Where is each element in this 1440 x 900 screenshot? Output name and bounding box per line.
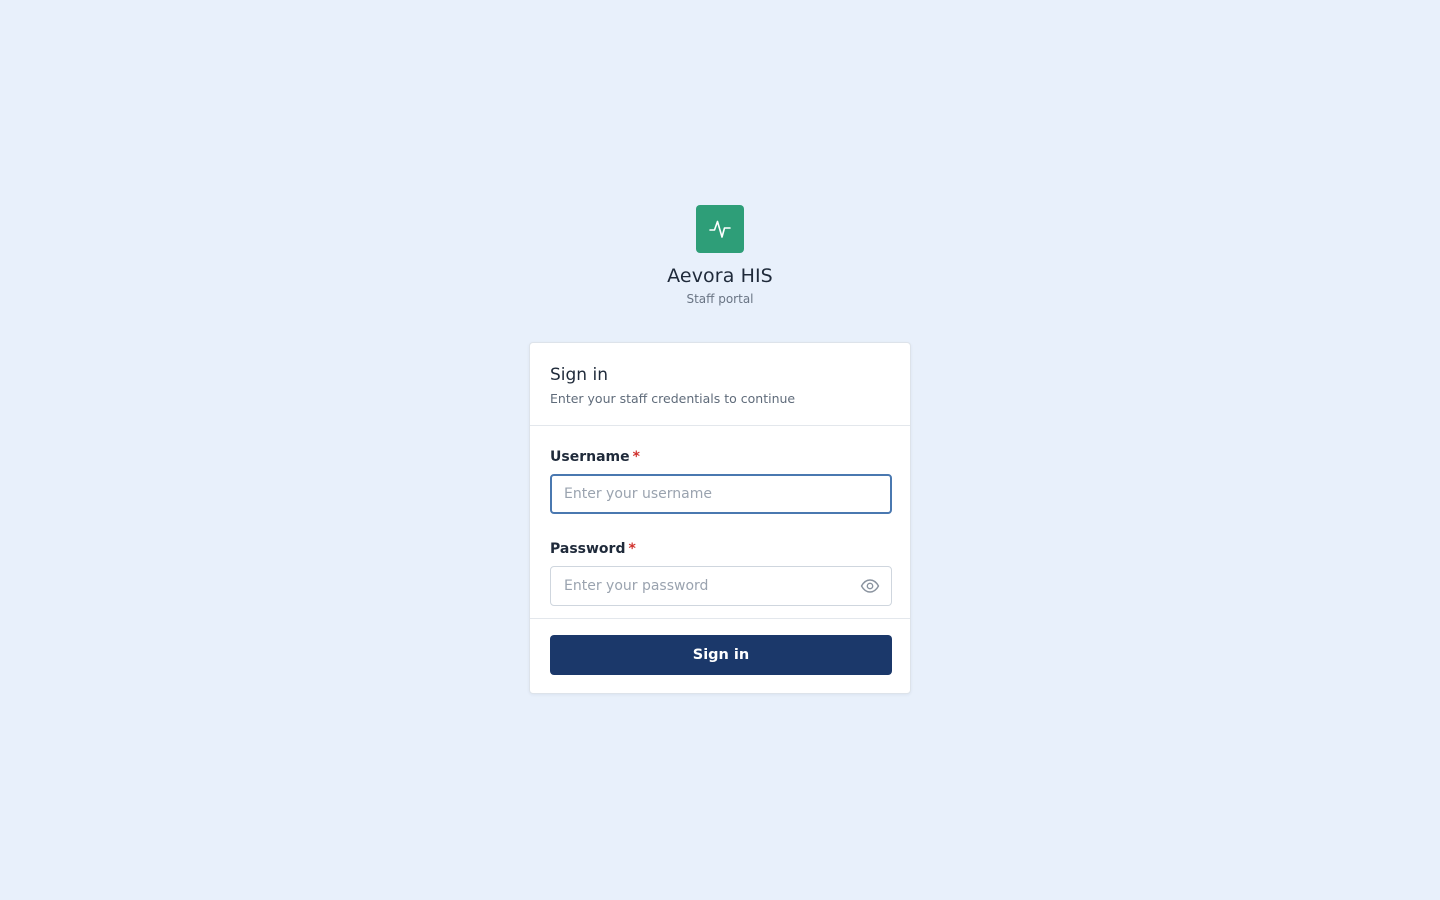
login-card: Sign in Enter your staff credentials to … [529, 342, 911, 694]
eye-icon [860, 579, 880, 593]
toggle-password-visibility-button[interactable] [860, 576, 880, 596]
required-mark: * [632, 449, 640, 465]
password-label: Password * [550, 540, 890, 558]
pulse-icon [709, 220, 731, 238]
app-title: Aevora HIS [667, 265, 773, 287]
password-input-wrap [550, 566, 892, 606]
brand-logo [696, 205, 744, 253]
card-header: Sign in Enter your staff credentials to … [530, 343, 910, 426]
card-title: Sign in [550, 365, 608, 385]
password-input[interactable] [550, 566, 892, 606]
login-form: Username* Password* [530, 426, 910, 619]
brand-header: Aevora HIS Staff portal [0, 205, 1440, 306]
card-footer: Sign in [530, 619, 910, 675]
username-label: Username * [550, 448, 890, 466]
sign-in-button[interactable]: Sign in [550, 635, 892, 675]
card-subtitle: Enter your staff credentials to continue [550, 391, 796, 406]
app-subtitle: Staff portal [686, 292, 754, 306]
username-label-text: Username [550, 449, 630, 465]
username-input[interactable] [550, 474, 892, 514]
password-label-text: Password [550, 541, 626, 557]
required-mark: * [628, 541, 636, 557]
username-input-wrap [550, 474, 892, 514]
